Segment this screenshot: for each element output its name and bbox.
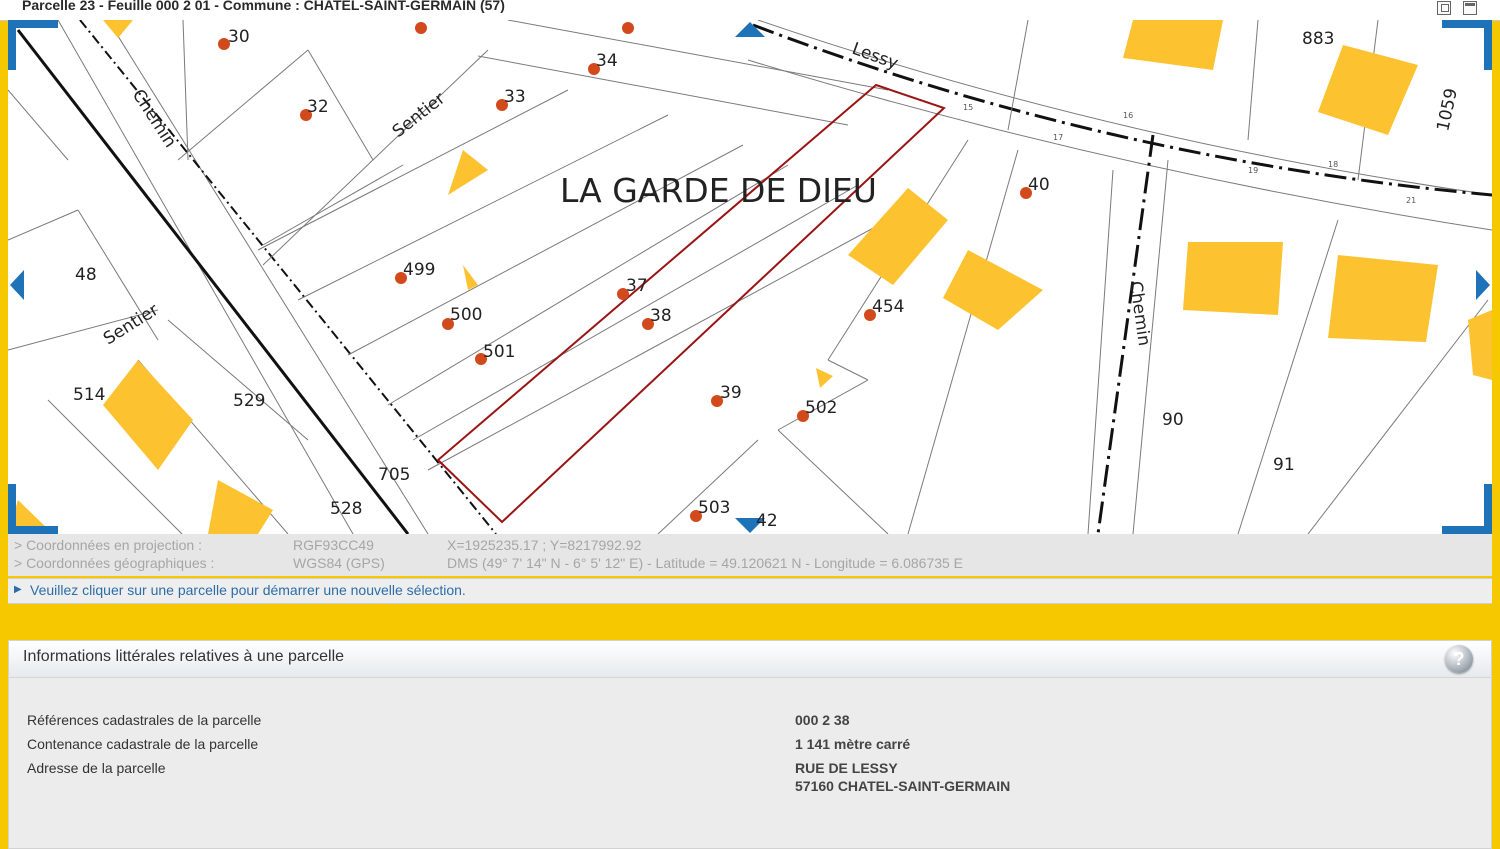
road-label-chemin-left: Chemin bbox=[128, 86, 180, 152]
parcel-marker[interactable] bbox=[622, 22, 634, 34]
building-shape bbox=[448, 150, 488, 195]
panel-title: Informations littérales relatives à une … bbox=[23, 648, 345, 665]
projection-row: > Coordonnées en projection : RGF93CC49 … bbox=[8, 537, 1492, 555]
building-shape bbox=[816, 368, 833, 388]
building-shape bbox=[1328, 255, 1438, 342]
restore-window-icon[interactable] bbox=[1437, 1, 1451, 15]
road-mark-label: 16 bbox=[1123, 111, 1133, 120]
building-shape bbox=[1183, 242, 1283, 315]
pan-north-icon[interactable] bbox=[735, 22, 765, 37]
building-shape bbox=[943, 250, 1043, 330]
triangle-right-icon: ▶ bbox=[14, 584, 22, 595]
geo-label: > Coordonnées géographiques : bbox=[14, 555, 215, 571]
geo-system: WGS84 (GPS) bbox=[293, 555, 385, 571]
building-shape bbox=[1123, 20, 1223, 70]
parcel-number-label: 500 bbox=[450, 305, 482, 325]
pan-west-icon[interactable] bbox=[10, 270, 24, 300]
parcel-number-label: 1059 bbox=[1433, 87, 1462, 133]
parcel-number-label: 514 bbox=[73, 385, 105, 405]
parcel-number-label: 34 bbox=[596, 51, 618, 71]
info-label: Adresse de la parcelle bbox=[27, 760, 166, 776]
info-value: RUE DE LESSY bbox=[795, 760, 898, 776]
parcel-number-label: 38 bbox=[650, 306, 672, 326]
parcel-number-label: 39 bbox=[720, 383, 742, 403]
road-mark-label: 21 bbox=[1406, 196, 1416, 205]
parcel-number-label: 883 bbox=[1302, 29, 1334, 49]
map-canvas[interactable]: LA GARDE DE DIEU Chemin Sentier Sentier … bbox=[8, 20, 1492, 534]
info-value: 1 141 mètre carré bbox=[795, 736, 911, 752]
road-mark-label: 18 bbox=[1328, 160, 1338, 169]
road-label-sentier-left: Sentier bbox=[100, 300, 162, 349]
parcel-number-label: 499 bbox=[403, 260, 435, 280]
parcel-number-label: 705 bbox=[378, 465, 410, 485]
parcel-number-label: 454 bbox=[872, 297, 904, 317]
pan-east-icon[interactable] bbox=[1476, 270, 1490, 300]
projection-label: > Coordonnées en projection : bbox=[14, 537, 202, 553]
corner-top-right-icon bbox=[1442, 20, 1492, 70]
parcel-info-panel: Informations littérales relatives à une … bbox=[8, 640, 1492, 849]
notice-text: Veuillez cliquer sur une parcelle pour d… bbox=[30, 582, 466, 598]
parcel-number-label: 503 bbox=[698, 498, 730, 518]
parcel-marker[interactable] bbox=[415, 22, 427, 34]
geo-row: > Coordonnées géographiques : WGS84 (GPS… bbox=[8, 555, 1492, 573]
parcel-number-label: 32 bbox=[307, 97, 329, 117]
building-shape bbox=[103, 20, 133, 38]
info-label: Contenance cadastrale de la parcelle bbox=[27, 736, 259, 752]
road-label-chemin-right: Chemin bbox=[1125, 280, 1154, 347]
building-shape bbox=[463, 265, 478, 290]
road-mark-label: 17 bbox=[1053, 133, 1063, 142]
selected-parcel-outline[interactable] bbox=[436, 83, 946, 524]
corner-bottom-left-icon bbox=[8, 484, 58, 534]
window-title: Parcelle 23 - Feuille 000 2 01 - Commune… bbox=[22, 0, 505, 13]
building-shape bbox=[208, 480, 273, 534]
geo-value: DMS (49° 7' 14" N - 6° 5' 12" E) - Latit… bbox=[447, 555, 964, 571]
projection-system: RGF93CC49 bbox=[293, 537, 374, 553]
building-shape bbox=[1468, 310, 1492, 380]
parcel-number-label: 40 bbox=[1028, 175, 1050, 195]
parcel-number-label: 30 bbox=[228, 27, 250, 47]
window-titlebar: Parcelle 23 - Feuille 000 2 01 - Commune… bbox=[0, 0, 1500, 21]
parcel-number-label: 42 bbox=[756, 511, 778, 531]
parcel-number-label: 501 bbox=[483, 342, 515, 362]
coordinates-panel: > Coordonnées en projection : RGF93CC49 … bbox=[8, 534, 1492, 576]
panel-header: Informations littérales relatives à une … bbox=[9, 641, 1491, 678]
road-label-sentier-top: Sentier bbox=[389, 89, 449, 142]
info-value: 000 2 38 bbox=[795, 712, 850, 728]
help-icon[interactable]: ? bbox=[1445, 645, 1473, 673]
info-label: Références cadastrales de la parcelle bbox=[27, 712, 262, 728]
parcel-number-label: 528 bbox=[330, 499, 362, 519]
road-mark-label: 19 bbox=[1248, 166, 1258, 175]
parcel-number-label: 502 bbox=[805, 398, 837, 418]
building-shape bbox=[103, 360, 193, 470]
corner-top-left-icon bbox=[8, 20, 58, 70]
parcel-number-label: 48 bbox=[75, 265, 97, 285]
maximize-window-icon[interactable] bbox=[1463, 1, 1477, 15]
projection-value: X=1925235.17 ; Y=8217992.92 bbox=[447, 537, 642, 553]
parcel-number-label: 90 bbox=[1162, 410, 1184, 430]
parcel-number-label: 91 bbox=[1273, 455, 1295, 475]
cadastral-map[interactable]: LA GARDE DE DIEU Chemin Sentier Sentier … bbox=[8, 20, 1492, 534]
building-shape bbox=[1318, 45, 1418, 135]
parcel-number-label: 33 bbox=[504, 87, 526, 107]
selection-notice: ▶ Veuillez cliquer sur une parcelle pour… bbox=[8, 578, 1492, 604]
info-value: 57160 CHATEL-SAINT-GERMAIN bbox=[795, 778, 1011, 794]
parcel-number-label: 37 bbox=[626, 276, 648, 296]
locality-label: LA GARDE DE DIEU bbox=[560, 171, 877, 210]
parcel-number-label: 529 bbox=[233, 391, 265, 411]
road-mark-label: 15 bbox=[963, 103, 973, 112]
corner-bottom-right-icon bbox=[1442, 484, 1492, 534]
